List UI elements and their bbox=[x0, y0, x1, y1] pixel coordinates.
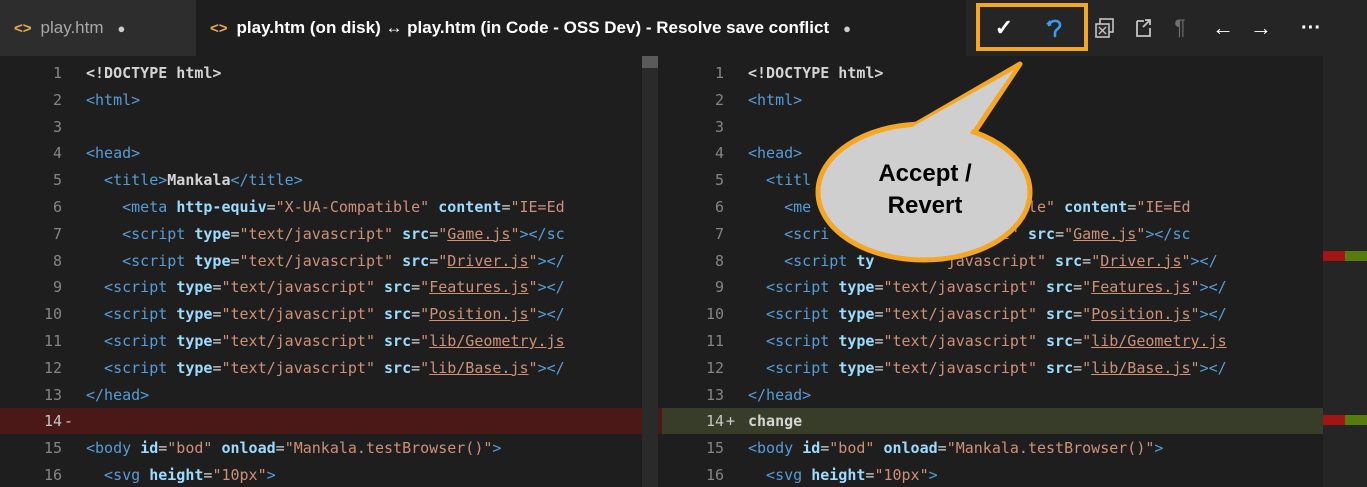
callout-line-1: Accept / bbox=[878, 160, 972, 187]
callout-bubble bbox=[815, 61, 1033, 263]
callout-line-2: Revert bbox=[887, 192, 963, 219]
callout-text: Accept / Revert bbox=[850, 158, 1000, 222]
